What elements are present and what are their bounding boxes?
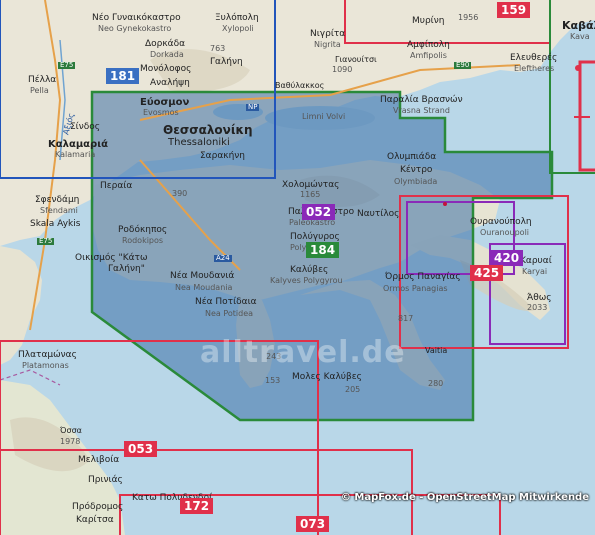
place-label: Vaitia [425,346,448,355]
place-label: Δορκάδα [145,39,186,49]
place-label: Καρυαί [520,256,552,266]
map-sheet-badge[interactable]: 052 [302,204,336,220]
place-label: Νέα Μουδανιά [170,271,235,281]
map-sheet-badge[interactable]: 053 [124,441,158,457]
elevation-label: 280 [428,379,444,388]
place-label: Αμφίπολη [407,40,450,50]
place-label: Πολύγυρος [290,232,340,242]
elevation-label: 153 [265,376,281,385]
place-label: Βαθύλακκος [275,81,325,90]
place-label: Karyai [522,267,548,276]
place-label: Θεσσαλονίκη [163,123,253,137]
map-sheet-badge[interactable]: 073 [296,516,330,532]
place-label: Κέντρο [400,165,433,175]
place-label: Πλαταμώνας [18,350,77,360]
place-label: Πρόδρομος [72,502,124,512]
elevation-label: 1956 [458,13,479,22]
place-label: Nea Moudania [175,283,233,292]
place-label: Χολομώντας [282,180,340,190]
place-label: Ροδόκηπος [118,225,168,235]
map-sheet-badge[interactable]: 159 [497,2,531,18]
place-label: Πρινιάς [88,475,123,485]
place-label: Dorkada [150,50,184,59]
place-label: Αναλήψη [150,78,190,88]
place-label: Παραλία Βρασνών [380,95,463,105]
place-label: Μυρίνη [412,16,445,26]
place-label: Πέλλα [28,75,57,85]
place-label: Skala Aykis [30,219,81,229]
place-label: Xylopoli [222,24,254,33]
map-sheet-badge[interactable]: 425 [470,265,504,281]
place-label: Ormos Panagias [383,284,448,293]
place-label: Ναυτίλος [357,209,400,219]
map-sheet-badge[interactable]: 184 [306,242,340,258]
place-label: Περαία [100,181,133,191]
place-label: Όσσα [60,426,82,435]
place-label: Rodokipos [122,236,164,245]
map-sheet-badge[interactable]: 420 [490,250,524,266]
road-shield: E75 [37,237,55,245]
place-label: Nigrita [314,40,341,49]
place-label: Μελιβοία [78,455,120,465]
place-label: Νιγρίτα [310,29,346,39]
elevation-label: 390 [172,189,188,198]
place-label: Pella [30,86,49,95]
road-shield: E90 [454,61,472,69]
place-label: Amfipolis [410,51,447,60]
place-label: Όρμος Παναγίας [385,272,461,282]
place-label: Σφενδάμη [35,195,80,205]
place-label: Kalamaria [55,150,96,159]
watermark: alltravel.de [200,335,406,370]
road-shield: NP [246,103,260,111]
map-sheet-badge[interactable]: 172 [180,498,214,514]
place-label: Ouranoupoli [480,228,530,237]
place-label: Olymbiada [394,177,438,186]
place-label: Thessaloniki [168,137,230,148]
place-label: Νέο Γυναικόκαστρο [92,13,181,23]
place-label: Ελευθερές [510,53,558,63]
place-label: Σίνδος [70,122,101,132]
place-label: Ουρανούπολη [470,217,532,227]
place-label: Καλαμαριά [48,139,108,150]
place-label: Εύοσμον [140,97,190,108]
place-label: Γιανουίτσι [335,55,377,64]
place-label: Vrasna Strand [393,106,450,115]
elevation-label: 205 [345,385,361,394]
place-label: Neo Gynekokastro [98,24,172,33]
map-canvas[interactable]: Νέο Γυναικόκαστρο Neo Gynekokastro Ξυλόπ… [0,0,595,535]
elevation-label: 1978 [60,437,81,446]
copyright-notice: © MapFox.de - OpenStreetMap Mitwirkende [340,492,589,503]
place-label: Γαλήνη" [108,264,145,274]
place-label: Platamonas [22,361,69,370]
elevation-label: 1165 [300,190,321,199]
place-label: Kava [570,32,590,41]
elevation-label: 763 [210,44,226,53]
place-label: Οικισμός "Κάτω [75,253,148,263]
place-label: Evosmos [143,108,179,117]
place-label: Γαλήνη [210,57,243,67]
lake-label: Limni Volvi [302,112,346,121]
place-label: Νέα Ποτίδαια [195,297,257,307]
place-label: Καρίτσα [76,515,114,525]
place-label: Eleftheres [514,64,555,73]
elevation-label: 817 [398,314,414,323]
place-label: Άθως [527,293,552,303]
elevation-label: 2033 [527,303,548,312]
elevation-label: 1090 [332,65,353,74]
place-label: Καβάλ [562,19,595,32]
place-label: Ολυμπιάδα [387,152,437,162]
road-shield: A24 [214,254,232,262]
place-label: Μολες Καλύβες [292,372,362,382]
place-label: Σαρακήνη [200,151,246,161]
place-label: Μονόλοφος [140,64,192,74]
place-label: Paleokastro [289,218,336,227]
place-label: Sfendami [40,206,78,215]
map-sheet-badge[interactable]: 181 [106,68,140,84]
place-label: Ξυλόπολη [215,13,259,23]
road-shield: E75 [58,61,76,69]
place-label: Kalyves Polygyrou [270,276,343,285]
place-label: Καλύβες [290,265,329,275]
place-label: Nea Potidea [205,309,254,318]
